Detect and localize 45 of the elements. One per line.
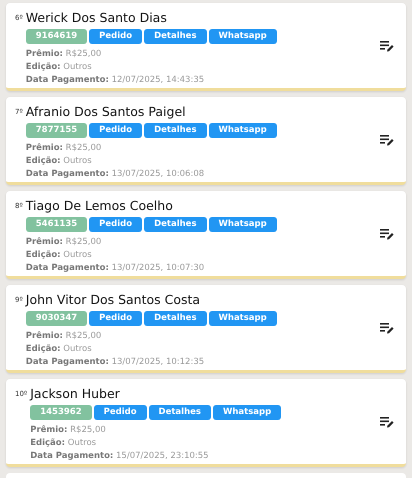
action-button[interactable]: Pedido bbox=[89, 311, 142, 326]
info-line: Prêmio: R$25,00 bbox=[26, 48, 102, 61]
action-button[interactable]: Whatsapp bbox=[208, 29, 277, 44]
info-line: Edição: Outros bbox=[26, 155, 93, 168]
edit-list-icon[interactable] bbox=[380, 228, 394, 240]
edit-list-icon[interactable] bbox=[380, 40, 394, 52]
edit-list-icon[interactable] bbox=[380, 416, 394, 428]
winner-name: Afranio Dos Santos Paigel bbox=[26, 103, 187, 120]
action-button[interactable]: Pedido bbox=[94, 405, 147, 420]
info-line: Data Pagamento: 13/07/2025, 10:06:08 bbox=[26, 168, 206, 181]
winner-name: Werick Dos Santo Dias bbox=[26, 9, 168, 26]
winner-name: John Vitor Dos Santos Costa bbox=[26, 291, 202, 308]
info-line: Prêmio: R$25,00 bbox=[26, 236, 102, 249]
winner-name: Jackson Huber bbox=[30, 385, 121, 402]
action-button[interactable]: Detalhes bbox=[144, 311, 207, 326]
action-button[interactable]: Whatsapp bbox=[208, 217, 277, 232]
ticket-code: 9030347 bbox=[26, 311, 88, 326]
edit-list-icon[interactable] bbox=[380, 134, 394, 146]
action-button[interactable]: Detalhes bbox=[144, 217, 207, 232]
ticket-code: 5461135 bbox=[26, 217, 88, 232]
edit-list-icon[interactable] bbox=[380, 322, 394, 334]
action-button[interactable]: Detalhes bbox=[144, 29, 207, 44]
info-line: Edição: Outros bbox=[26, 343, 93, 356]
info-line: Data Pagamento: 12/07/2025, 14:43:35 bbox=[26, 74, 206, 87]
winner-name: Tiago De Lemos Coelho bbox=[26, 197, 174, 214]
action-button[interactable]: Whatsapp bbox=[208, 311, 277, 326]
info-line: Edição: Outros bbox=[26, 61, 93, 74]
ticket-code: 1453962 bbox=[30, 405, 92, 420]
action-button[interactable]: Detalhes bbox=[144, 123, 207, 138]
info-line: Edição: Outros bbox=[30, 437, 98, 450]
info-line: Prêmio: R$25,00 bbox=[26, 142, 102, 155]
info-line: Prêmio: R$25,00 bbox=[26, 330, 102, 343]
action-button[interactable]: Whatsapp bbox=[208, 123, 277, 138]
info-line: Data Pagamento: 13/07/2025, 10:12:35 bbox=[26, 356, 206, 369]
action-button[interactable]: Detalhes bbox=[148, 405, 211, 420]
info-line: Edição: Outros bbox=[26, 249, 93, 262]
info-line: Data Pagamento: 13/07/2025, 10:07:30 bbox=[26, 262, 206, 275]
info-line: Data Pagamento: 15/07/2025, 23:10:55 bbox=[30, 450, 210, 463]
action-button[interactable]: Pedido bbox=[89, 123, 142, 138]
info-line: Prêmio: R$25,00 bbox=[30, 424, 107, 437]
action-button[interactable]: Whatsapp bbox=[212, 405, 282, 420]
ticket-code: 9164619 bbox=[26, 29, 88, 44]
action-button[interactable]: Pedido bbox=[89, 217, 142, 232]
action-button[interactable]: Pedido bbox=[89, 29, 142, 44]
ticket-code: 7877155 bbox=[26, 123, 88, 138]
